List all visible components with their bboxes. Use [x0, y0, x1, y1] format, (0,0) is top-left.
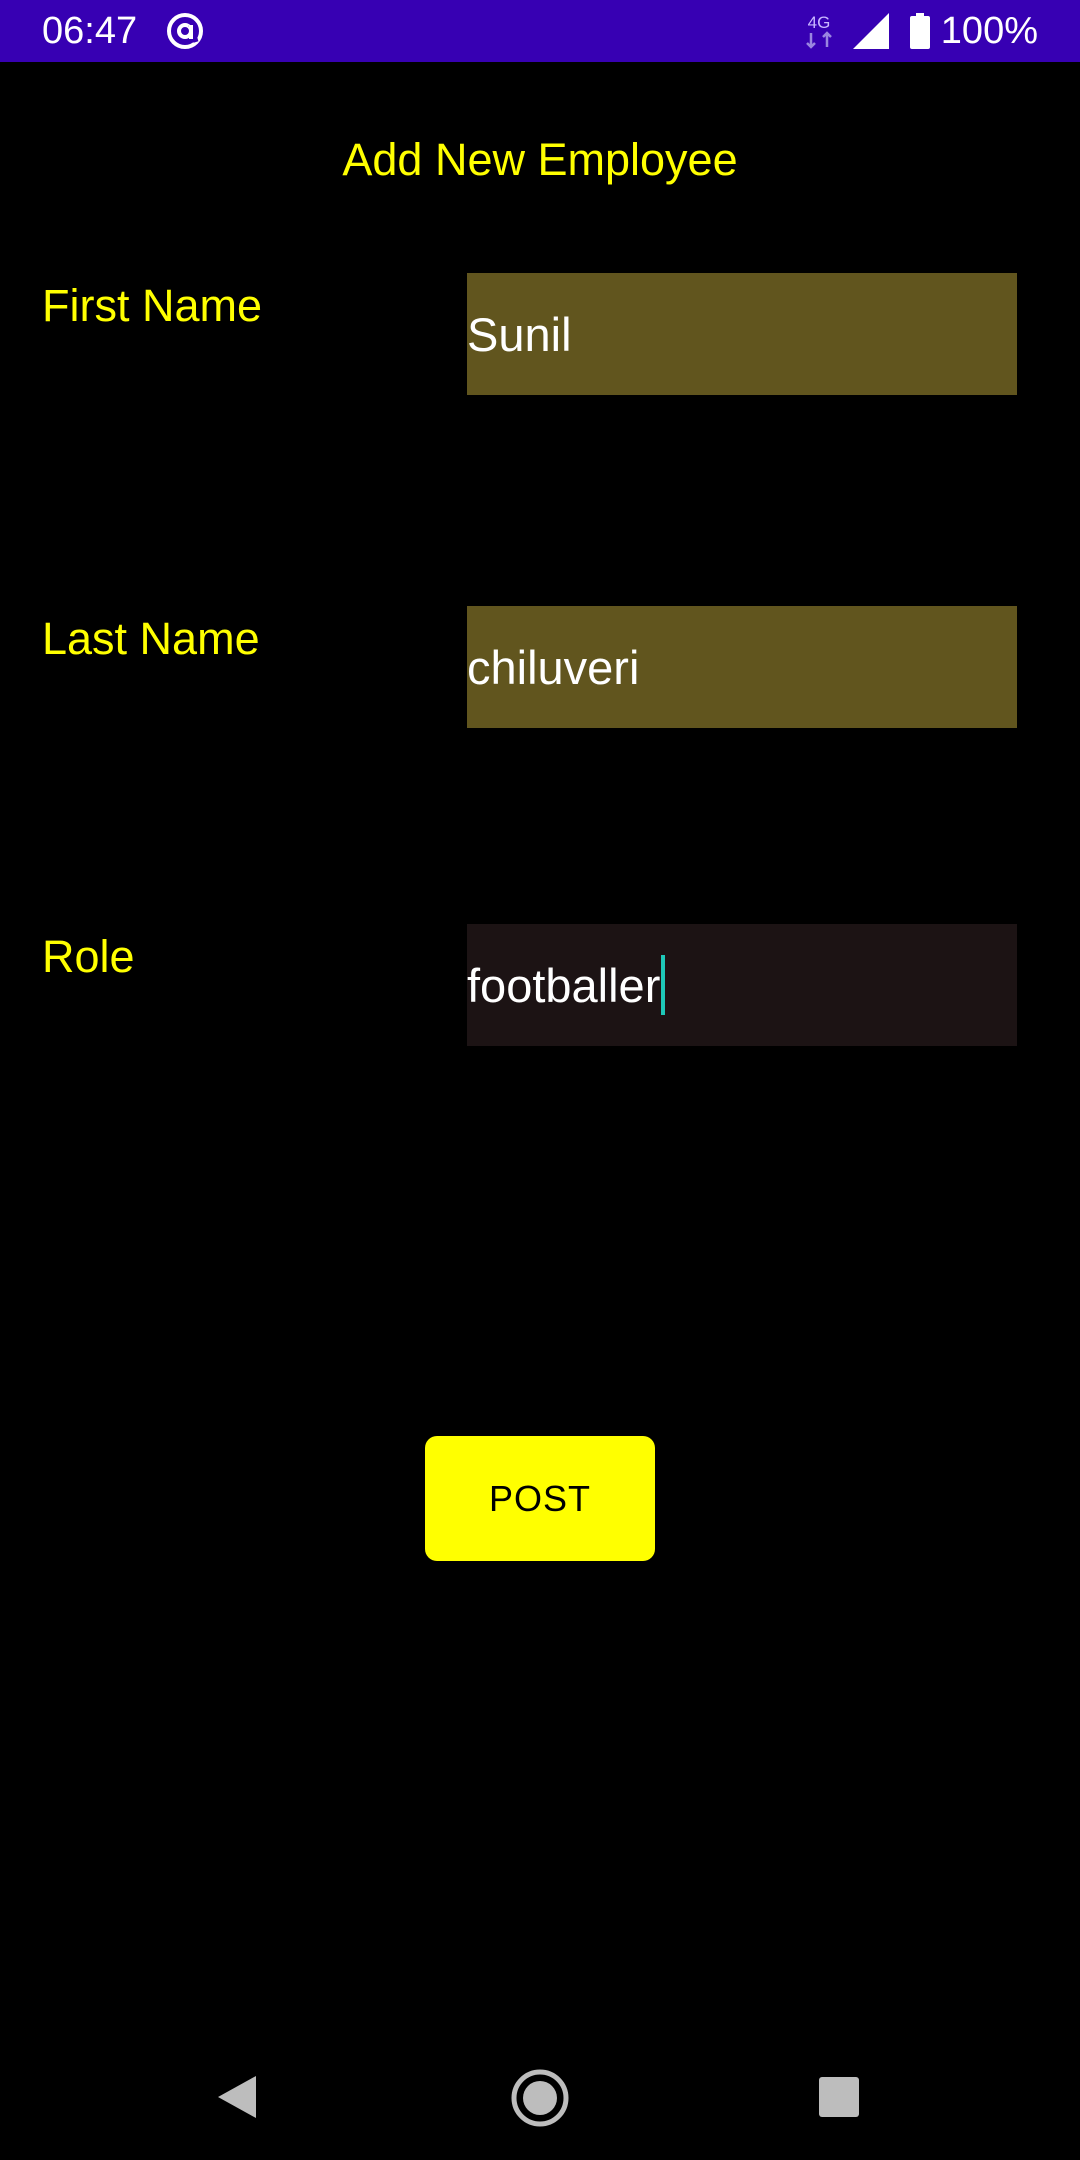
status-indicators: 4G 100% — [801, 8, 1038, 54]
home-circle-icon[interactable] — [510, 2068, 570, 2128]
app-screen: 06:47 4G 100% Add New Employee First Nam… — [0, 0, 1080, 2160]
signal-icon — [852, 13, 889, 49]
back-triangle-icon[interactable] — [214, 2074, 260, 2120]
network-type-label: 4G — [807, 13, 830, 32]
role-field[interactable]: footballer — [467, 924, 1017, 1046]
role-value: footballer — [467, 958, 661, 1012]
first-name-field[interactable]: Sunil — [467, 273, 1017, 395]
first-name-label: First Name — [42, 280, 263, 331]
role-label: Role — [42, 931, 135, 982]
battery-percent: 100% — [940, 10, 1038, 52]
recents-square-icon[interactable] — [818, 2076, 860, 2118]
post-button[interactable]: POST — [425, 1436, 655, 1561]
last-name-value: chiluveri — [467, 640, 640, 694]
battery-icon — [909, 13, 930, 49]
network-4g-icon: 4G — [805, 13, 832, 49]
status-bar: 06:47 4G 100% — [0, 0, 1080, 62]
first-name-value: Sunil — [467, 307, 572, 361]
last-name-label: Last Name — [42, 613, 260, 664]
last-name-field[interactable]: chiluveri — [467, 606, 1017, 728]
text-caret — [661, 955, 666, 1015]
status-time: 06:47 — [42, 10, 138, 52]
at-sign-icon — [167, 13, 203, 49]
page-title: Add New Employee — [342, 134, 738, 185]
